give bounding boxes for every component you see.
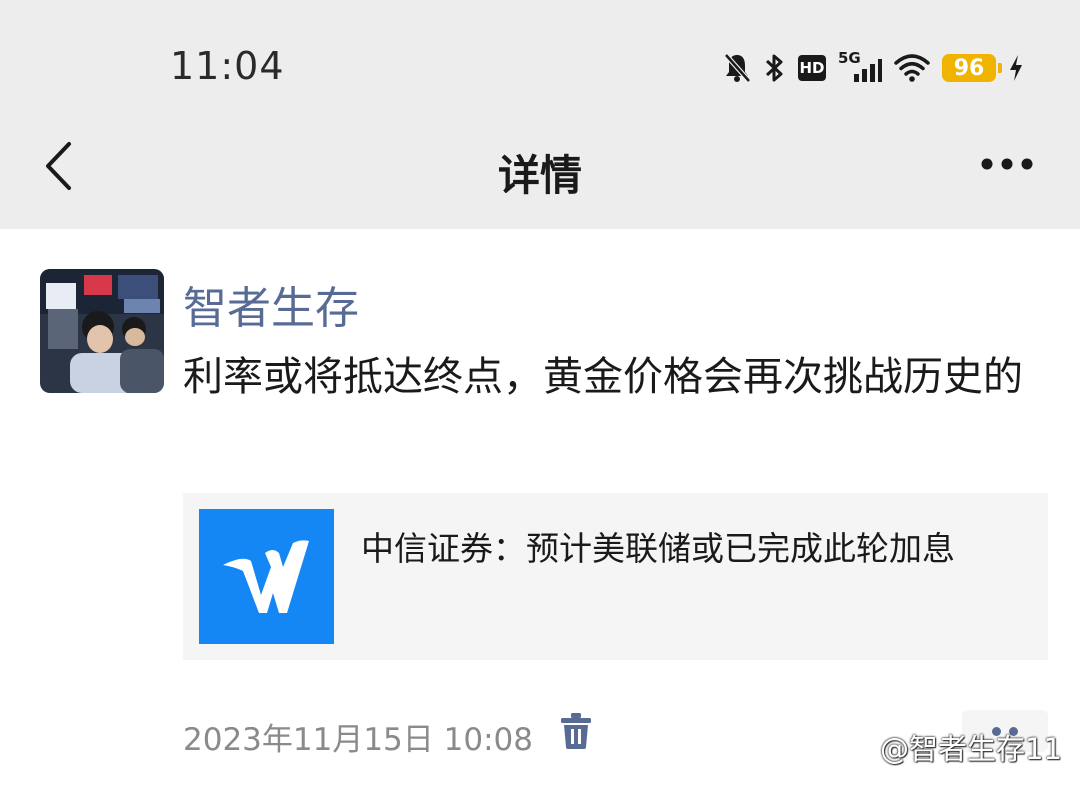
trash-icon	[561, 713, 591, 749]
top-area: 11:04 HD 5G 96 详情	[0, 0, 1080, 229]
signal-5g-icon: 5G	[838, 49, 882, 84]
hd-icon: HD	[798, 55, 826, 81]
delete-button[interactable]	[556, 710, 596, 752]
author-name[interactable]: 智者生存	[183, 272, 359, 336]
wifi-icon	[894, 53, 930, 83]
nav-bar: 详情	[0, 120, 1080, 229]
bluetooth-icon	[764, 52, 786, 84]
charging-icon	[1008, 53, 1024, 83]
watermark: @智者生存11	[880, 732, 1062, 766]
status-icons: HD 5G 96	[722, 46, 1024, 90]
status-time: 11:04	[170, 44, 285, 88]
page-title: 详情	[497, 151, 582, 200]
link-title: 中信证券：预计美联储或已完成此轮加息	[361, 529, 955, 568]
battery-icon: 96	[942, 54, 1002, 82]
mute-bell-icon	[722, 52, 752, 84]
w-logo-icon	[222, 539, 309, 613]
post-text: 利率或将抵达终点，黄金价格会再次挑战历史的	[183, 354, 1023, 400]
post-timestamp: 2023年11月15日 10:08	[183, 722, 533, 758]
status-bar: 11:04 HD 5G 96	[0, 0, 1080, 120]
avatar[interactable]	[40, 269, 164, 393]
more-button[interactable]	[972, 144, 1042, 184]
more-horizontal-icon	[981, 158, 1033, 170]
link-thumbnail	[199, 509, 334, 644]
link-card[interactable]: 中信证券：预计美联储或已完成此轮加息	[183, 493, 1048, 660]
